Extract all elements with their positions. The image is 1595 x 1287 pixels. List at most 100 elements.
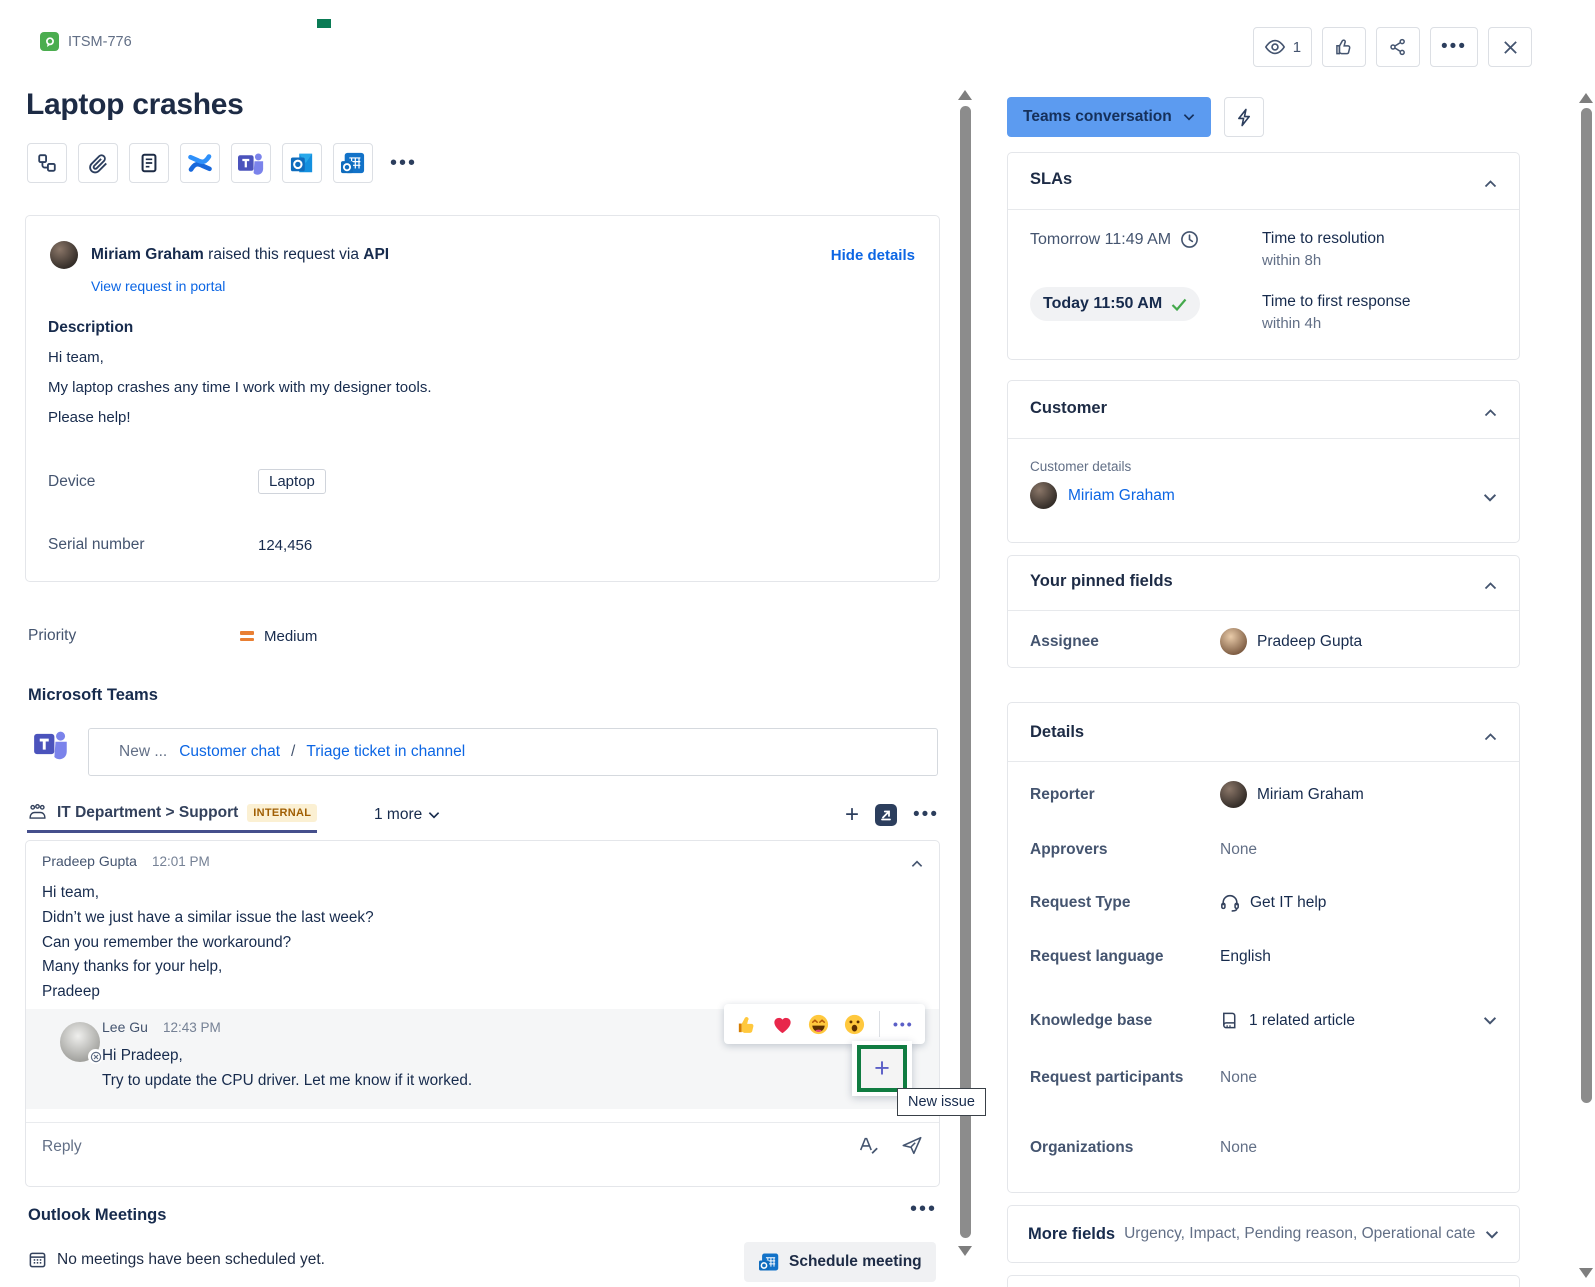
collapse-pinned-button[interactable]	[1484, 577, 1497, 594]
headset-icon	[1220, 893, 1240, 912]
open-in-teams-icon[interactable]	[875, 804, 897, 826]
sla-row: Today 11:50 AM Time to first response wi…	[1030, 287, 1497, 332]
assignee-value[interactable]: Pradeep Gupta	[1220, 628, 1362, 655]
more-channels-dropdown[interactable]: 1 more	[374, 806, 440, 824]
form-icon	[138, 152, 160, 174]
teams-button[interactable]	[231, 143, 271, 183]
scrollbar-thumb[interactable]	[1581, 108, 1592, 1103]
reply-actions	[857, 1135, 923, 1156]
page-title[interactable]: Laptop crashes	[26, 88, 244, 122]
outlook-more-button[interactable]: •••	[910, 1198, 937, 1221]
more-reactions-button[interactable]: •••	[893, 1016, 914, 1032]
collapse-thread-button[interactable]	[911, 855, 923, 872]
organizations-value[interactable]: None	[1220, 1139, 1257, 1157]
expand-customer-button[interactable]	[1483, 489, 1497, 506]
channel-title[interactable]: IT Department > Support	[57, 804, 238, 822]
schedule-meeting-button[interactable]: Schedule meeting	[744, 1242, 936, 1282]
reporter-row: Reporter Miriam Graham	[1030, 781, 1497, 808]
request-type-value[interactable]: Get IT help	[1220, 893, 1326, 912]
message-author[interactable]: Pradeep Gupta	[42, 853, 137, 869]
assignee-row: Assignee Pradeep Gupta	[1030, 628, 1497, 655]
description-line: Hi team,	[48, 349, 104, 366]
request-language-value[interactable]: English	[1220, 948, 1271, 966]
device-value-chip[interactable]: Laptop	[258, 469, 326, 494]
serial-number-label: Serial number	[48, 536, 258, 554]
new-issue-button[interactable]: +	[857, 1045, 907, 1092]
scroll-up-arrow[interactable]	[958, 90, 972, 100]
close-button[interactable]	[1488, 27, 1532, 67]
hide-details-link[interactable]: Hide details	[831, 247, 915, 264]
attach-button[interactable]	[78, 143, 118, 183]
chevron-up-icon	[1484, 733, 1497, 741]
tab-it-department-support[interactable]: IT Department > Support INTERNAL	[27, 803, 317, 833]
confluence-button[interactable]	[180, 143, 220, 183]
outlook-calendar-button[interactable]	[333, 143, 373, 183]
message-time: 12:43 PM	[163, 1020, 221, 1035]
reporter-value[interactable]: Miriam Graham	[1220, 781, 1364, 808]
chevron-down-icon[interactable]	[1485, 1230, 1499, 1239]
serial-number-value[interactable]: 124,456	[258, 537, 312, 554]
sla-due: Tomorrow 11:49 AM	[1030, 231, 1171, 249]
priority-value[interactable]: Medium	[264, 628, 317, 645]
request-participants-value[interactable]: None	[1220, 1069, 1257, 1087]
add-child-issue-button[interactable]	[27, 143, 67, 183]
clock-icon	[1180, 230, 1199, 249]
send-icon[interactable]	[901, 1135, 923, 1156]
sla-goal: within 4h	[1262, 315, 1410, 332]
add-form-button[interactable]	[129, 143, 169, 183]
internal-badge: INTERNAL	[247, 804, 317, 822]
reaction-toolbar: •••	[724, 1004, 925, 1044]
teams-conversation-dropdown[interactable]: Teams conversation	[1007, 97, 1211, 137]
more-fields-label: More fields	[1028, 1225, 1115, 1244]
teams-conversation-links-box: New ... Customer chat / Triage ticket in…	[88, 728, 938, 776]
request-language-row: Request language English	[1030, 948, 1497, 966]
issue-key[interactable]: ITSM-776	[68, 34, 132, 50]
microsoft-teams-heading: Microsoft Teams	[28, 686, 158, 705]
reply-input[interactable]: Reply	[42, 1138, 82, 1156]
avatar	[60, 1022, 100, 1062]
surprised-emoji[interactable]	[843, 1013, 866, 1036]
device-label: Device	[48, 473, 258, 491]
check-icon	[1171, 298, 1187, 311]
microsoft-teams-logo	[33, 727, 69, 765]
message-author[interactable]: Lee Gu	[102, 1019, 148, 1035]
triage-ticket-link[interactable]: Triage ticket in channel	[306, 743, 465, 761]
outlook-button[interactable]	[282, 143, 322, 183]
customer-name-link[interactable]: Miriam Graham	[1068, 487, 1175, 505]
new-conversation-label[interactable]: New ...	[119, 743, 167, 761]
priority-row: Priority Medium	[28, 627, 317, 645]
customer-row[interactable]: Miriam Graham	[1030, 482, 1175, 509]
more-fields-panel[interactable]: More fields Urgency, Impact, Pending rea…	[1007, 1205, 1520, 1263]
breadcrumb[interactable]: ITSM-776	[40, 32, 132, 51]
request-details-card: Miriam Graham raised this request via AP…	[25, 215, 940, 582]
laughing-emoji[interactable]	[807, 1013, 830, 1036]
collapse-slas-button[interactable]	[1484, 175, 1497, 192]
toolbar-more-button[interactable]: •••	[384, 152, 417, 175]
channel-more-button[interactable]: •••	[913, 804, 939, 826]
thumbs-up-emoji[interactable]	[735, 1013, 758, 1036]
add-channel-button[interactable]: +	[845, 805, 859, 825]
view-request-in-portal-link[interactable]: View request in portal	[91, 278, 225, 294]
collapse-customer-button[interactable]	[1484, 404, 1497, 421]
format-text-icon[interactable]	[857, 1135, 879, 1156]
heart-emoji[interactable]	[771, 1013, 794, 1036]
scroll-down-arrow[interactable]	[958, 1246, 972, 1256]
chevron-up-icon	[1484, 409, 1497, 417]
like-button[interactable]	[1322, 27, 1366, 67]
share-button[interactable]	[1376, 27, 1420, 67]
approvers-value[interactable]: None	[1220, 841, 1257, 859]
watch-button[interactable]: 1	[1253, 27, 1312, 67]
knowledge-base-value[interactable]: 1 related article	[1220, 1011, 1355, 1030]
divider	[1008, 209, 1519, 210]
automation-button[interactable]	[1224, 97, 1264, 137]
issue-type-icon	[40, 32, 59, 51]
scroll-up-arrow[interactable]	[1579, 93, 1593, 103]
divider	[1008, 438, 1519, 439]
more-actions-button[interactable]: •••	[1430, 27, 1478, 67]
expand-knowledge-base-button[interactable]	[1483, 1012, 1497, 1029]
customer-chat-link[interactable]: Customer chat	[179, 743, 280, 761]
scrollbar-thumb[interactable]	[960, 106, 971, 1238]
scroll-down-arrow[interactable]	[1579, 1268, 1593, 1278]
organizations-label: Organizations	[1030, 1139, 1220, 1157]
collapse-details-button[interactable]	[1484, 728, 1497, 745]
